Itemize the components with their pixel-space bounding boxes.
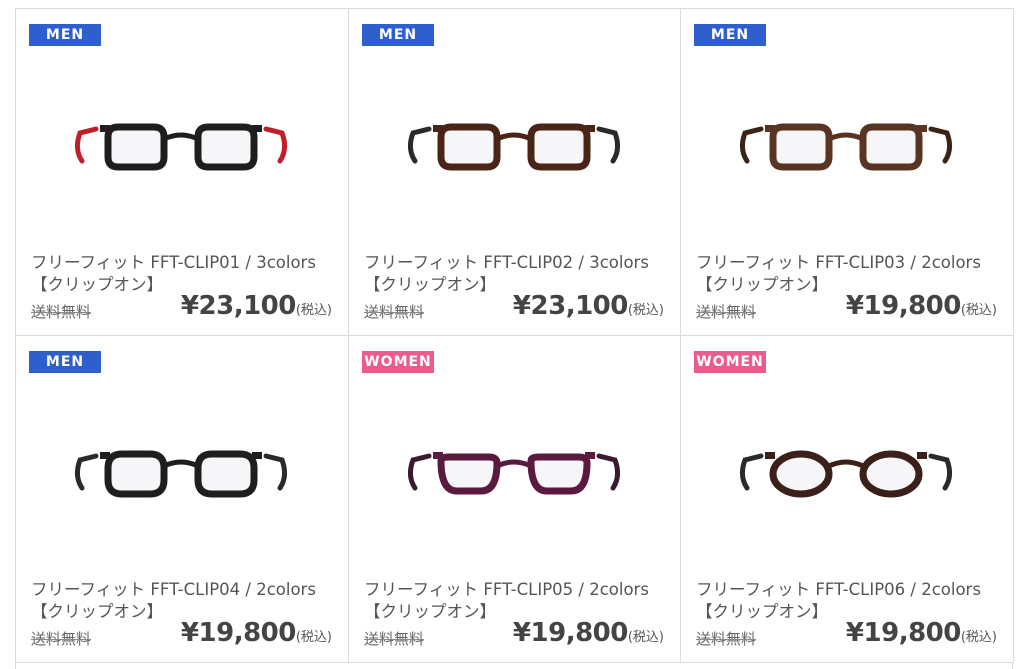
price: ¥19,800(税込) — [512, 618, 664, 648]
glasses-image[interactable] — [389, 99, 639, 209]
free-shipping-label: 送料無料 — [364, 630, 425, 648]
left-hinge — [100, 125, 110, 132]
price: ¥19,800(税込) — [180, 618, 332, 648]
product-name[interactable]: フリーフィット FFT-CLIP03 / 2colors 【クリップオン】 — [696, 252, 981, 296]
right-hinge — [252, 125, 262, 132]
right-lens — [527, 453, 591, 495]
left-hinge — [765, 452, 775, 459]
price: ¥19,800(税込) — [845, 618, 997, 648]
right-temple — [263, 453, 288, 491]
product-card[interactable]: MEN フリーフィット FFT-CLIP01 / 3colors 【クリップオン】… — [16, 9, 349, 336]
gender-badge: MEN — [29, 24, 101, 46]
left-hinge — [433, 452, 443, 459]
left-temple — [74, 453, 99, 491]
product-card[interactable]: MEN フリーフィット FFT-CLIP04 / 2colors 【クリップオン】… — [16, 336, 349, 663]
product-card[interactable]: MEN フリーフィット FFT-CLIP02 / 3colors 【クリップオン】… — [349, 9, 681, 336]
right-hinge — [917, 125, 927, 132]
glasses-image[interactable] — [56, 99, 306, 209]
left-lens — [437, 453, 501, 495]
right-lens — [859, 123, 923, 171]
left-temple — [739, 126, 764, 164]
bridge — [162, 459, 200, 469]
left-lens — [104, 123, 168, 171]
glasses-image[interactable] — [721, 426, 971, 536]
product-card[interactable]: WOMEN フリーフィット FFT-CLIP05 / 2colors 【クリップオ… — [349, 336, 681, 663]
right-hinge — [585, 125, 595, 132]
right-temple — [928, 126, 953, 164]
price: ¥19,800(税込) — [845, 291, 997, 321]
product-name[interactable]: フリーフィット FFT-CLIP04 / 2colors 【クリップオン】 — [31, 579, 316, 623]
gender-badge: MEN — [29, 351, 101, 373]
product-name[interactable]: フリーフィット FFT-CLIP06 / 2colors 【クリップオン】 — [696, 579, 981, 623]
right-temple — [596, 453, 621, 491]
bridge — [495, 132, 533, 142]
product-name[interactable]: フリーフィット FFT-CLIP05 / 2colors 【クリップオン】 — [364, 579, 649, 623]
free-shipping-label: 送料無料 — [696, 630, 757, 648]
left-temple — [739, 453, 764, 491]
bridge — [162, 132, 200, 142]
glasses-image[interactable] — [56, 426, 306, 536]
left-lens — [769, 450, 833, 498]
left-hinge — [100, 452, 110, 459]
price: ¥23,100(税込) — [180, 291, 332, 321]
right-hinge — [917, 452, 927, 459]
left-hinge — [433, 125, 443, 132]
product-card[interactable]: MEN フリーフィット FFT-CLIP03 / 2colors 【クリップオン】… — [681, 9, 1014, 336]
left-temple — [407, 126, 432, 164]
right-lens — [859, 450, 923, 498]
right-lens — [527, 123, 591, 171]
left-lens — [769, 123, 833, 171]
gender-badge: WOMEN — [694, 351, 766, 373]
right-lens — [194, 450, 258, 498]
gender-badge: MEN — [694, 24, 766, 46]
left-hinge — [765, 125, 775, 132]
glasses-image[interactable] — [389, 426, 639, 536]
right-temple — [596, 126, 621, 164]
product-name[interactable]: フリーフィット FFT-CLIP01 / 3colors 【クリップオン】 — [31, 252, 316, 296]
right-lens — [194, 123, 258, 171]
bridge — [495, 459, 533, 469]
bridge — [827, 459, 865, 469]
right-hinge — [585, 452, 595, 459]
right-temple — [928, 453, 953, 491]
left-temple — [74, 126, 99, 164]
free-shipping-label: 送料無料 — [31, 630, 92, 648]
right-temple — [263, 126, 288, 164]
bridge — [827, 132, 865, 142]
glasses-image[interactable] — [721, 99, 971, 209]
free-shipping-label: 送料無料 — [31, 303, 92, 321]
product-grid: MEN フリーフィット FFT-CLIP01 / 3colors 【クリップオン】… — [15, 8, 1014, 663]
product-card[interactable]: WOMEN フリーフィット FFT-CLIP06 / 2colors 【クリップオ… — [681, 336, 1014, 663]
free-shipping-label: 送料無料 — [696, 303, 757, 321]
price: ¥23,100(税込) — [512, 291, 664, 321]
next-row-edge — [15, 662, 1013, 669]
right-hinge — [252, 452, 262, 459]
left-lens — [437, 123, 501, 171]
gender-badge: MEN — [362, 24, 434, 46]
left-temple — [407, 453, 432, 491]
free-shipping-label: 送料無料 — [364, 303, 425, 321]
gender-badge: WOMEN — [362, 351, 434, 373]
product-name[interactable]: フリーフィット FFT-CLIP02 / 3colors 【クリップオン】 — [364, 252, 649, 296]
left-lens — [104, 450, 168, 498]
